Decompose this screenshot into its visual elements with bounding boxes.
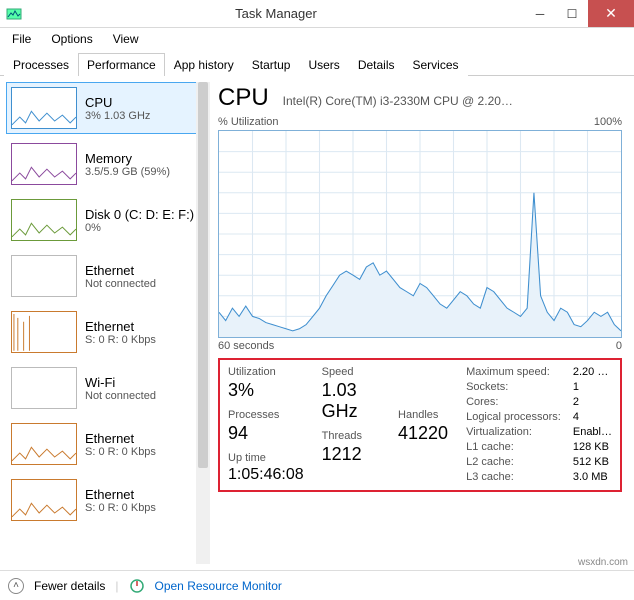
- sidebar-card-title: Ethernet: [85, 319, 156, 334]
- sidebar-card-title: Ethernet: [85, 487, 156, 502]
- sidebar-card-title: Disk 0 (C: D: E: F:): [85, 207, 194, 222]
- cores-value: 2: [573, 396, 612, 409]
- stats-panel: Utilization 3% Processes 94 Up time 1:05…: [218, 358, 622, 492]
- sidebar-card-sub: S: 0 R: 0 Kbps: [85, 334, 156, 346]
- handles-label: Handles: [398, 409, 448, 421]
- virtualization-value: Enabl…: [573, 426, 612, 439]
- sidebar-card[interactable]: Wi-FiNot connected: [6, 362, 210, 414]
- logical-processors-value: 4: [573, 411, 612, 424]
- l3-cache-value: 3.0 MB: [573, 471, 612, 484]
- tab-details[interactable]: Details: [349, 53, 404, 76]
- sidebar-card-title: Ethernet: [85, 431, 156, 446]
- sidebar-card-sub: 3% 1.03 GHz: [85, 110, 150, 122]
- titlebar: Task Manager ─ ☐ ✕: [0, 0, 634, 28]
- sidebar-card[interactable]: EthernetS: 0 R: 0 Kbps: [6, 418, 210, 470]
- menu-options[interactable]: Options: [43, 30, 100, 48]
- resource-monitor-icon: [129, 578, 145, 594]
- watermark: wsxdn.com: [578, 557, 628, 568]
- open-resource-monitor-link[interactable]: Open Resource Monitor: [155, 579, 282, 593]
- processes-label: Processes: [228, 409, 304, 421]
- l1-cache-label: L1 cache:: [466, 441, 561, 454]
- tab-bar: Processes Performance App history Startu…: [0, 52, 634, 76]
- sidebar-scrollbar[interactable]: [196, 82, 210, 564]
- uptime-value: 1:05:46:08: [228, 466, 304, 484]
- handles-value: 41220: [398, 423, 448, 444]
- chart-label-bottom-right: 0: [616, 340, 622, 352]
- sidebar-card[interactable]: EthernetS: 0 R: 0 Kbps: [6, 306, 210, 358]
- menubar: File Options View: [0, 28, 634, 50]
- chart-label-top-left: % Utilization: [218, 116, 279, 128]
- footer: ˄ Fewer details | Open Resource Monitor: [0, 570, 634, 600]
- main-title: CPU: [218, 84, 269, 112]
- maximize-button[interactable]: ☐: [556, 0, 588, 27]
- sidebar-card-title: CPU: [85, 95, 150, 110]
- speed-label: Speed: [322, 366, 380, 378]
- sidebar-card-sub: Not connected: [85, 390, 156, 402]
- sidebar-card[interactable]: EthernetNot connected: [6, 250, 210, 302]
- logical-processors-label: Logical processors:: [466, 411, 561, 424]
- max-speed-value: 2.20 …: [573, 366, 612, 379]
- main-subtitle: Intel(R) Core(TM) i3-2330M CPU @ 2.20…: [283, 94, 622, 108]
- sockets-value: 1: [573, 381, 612, 394]
- sidebar-card-title: Ethernet: [85, 263, 156, 278]
- uptime-label: Up time: [228, 452, 304, 464]
- sidebar-card[interactable]: EthernetS: 0 R: 0 Kbps: [6, 474, 210, 526]
- tab-services[interactable]: Services: [404, 53, 468, 76]
- sidebar-card[interactable]: Memory3.5/5.9 GB (59%): [6, 138, 210, 190]
- sidebar-card-sub: Not connected: [85, 278, 156, 290]
- main-panel: CPU Intel(R) Core(TM) i3-2330M CPU @ 2.2…: [210, 76, 634, 570]
- cores-label: Cores:: [466, 396, 561, 409]
- sidebar-card-sub: S: 0 R: 0 Kbps: [85, 446, 156, 458]
- utilization-value: 3%: [228, 380, 304, 401]
- minimize-button[interactable]: ─: [524, 0, 556, 27]
- tab-processes[interactable]: Processes: [4, 53, 78, 76]
- l3-cache-label: L3 cache:: [466, 471, 561, 484]
- fewer-details-link[interactable]: Fewer details: [34, 579, 105, 593]
- window-title: Task Manager: [28, 6, 524, 21]
- sidebar-card[interactable]: Disk 0 (C: D: E: F:)0%: [6, 194, 210, 246]
- sidebar-card-sub: 3.5/5.9 GB (59%): [85, 166, 170, 178]
- sockets-label: Sockets:: [466, 381, 561, 394]
- menu-file[interactable]: File: [4, 30, 39, 48]
- tab-users[interactable]: Users: [299, 53, 348, 76]
- chevron-up-icon[interactable]: ˄: [8, 578, 24, 594]
- cpu-chart: [218, 130, 622, 338]
- processes-value: 94: [228, 423, 304, 444]
- sidebar-card[interactable]: CPU3% 1.03 GHz: [6, 82, 210, 134]
- sidebar-card-sub: 0%: [85, 222, 194, 234]
- sidebar-card-title: Memory: [85, 151, 170, 166]
- chart-label-bottom-left: 60 seconds: [218, 340, 274, 352]
- tab-performance[interactable]: Performance: [78, 53, 165, 76]
- utilization-label: Utilization: [228, 366, 304, 378]
- speed-value: 1.03 GHz: [322, 380, 380, 422]
- threads-label: Threads: [322, 430, 380, 442]
- chart-label-top-right: 100%: [594, 116, 622, 128]
- virtualization-label: Virtualization:: [466, 426, 561, 439]
- sidebar: CPU3% 1.03 GHzMemory3.5/5.9 GB (59%)Disk…: [0, 76, 210, 570]
- threads-value: 1212: [322, 444, 380, 465]
- menu-view[interactable]: View: [105, 30, 147, 48]
- l2-cache-value: 512 KB: [573, 456, 612, 469]
- tab-startup[interactable]: Startup: [243, 53, 300, 76]
- app-icon: [6, 6, 22, 22]
- sidebar-card-title: Wi-Fi: [85, 375, 156, 390]
- close-button[interactable]: ✕: [588, 0, 634, 27]
- max-speed-label: Maximum speed:: [466, 366, 561, 379]
- l1-cache-value: 128 KB: [573, 441, 612, 454]
- l2-cache-label: L2 cache:: [466, 456, 561, 469]
- sidebar-card-sub: S: 0 R: 0 Kbps: [85, 502, 156, 514]
- tab-app-history[interactable]: App history: [165, 53, 243, 76]
